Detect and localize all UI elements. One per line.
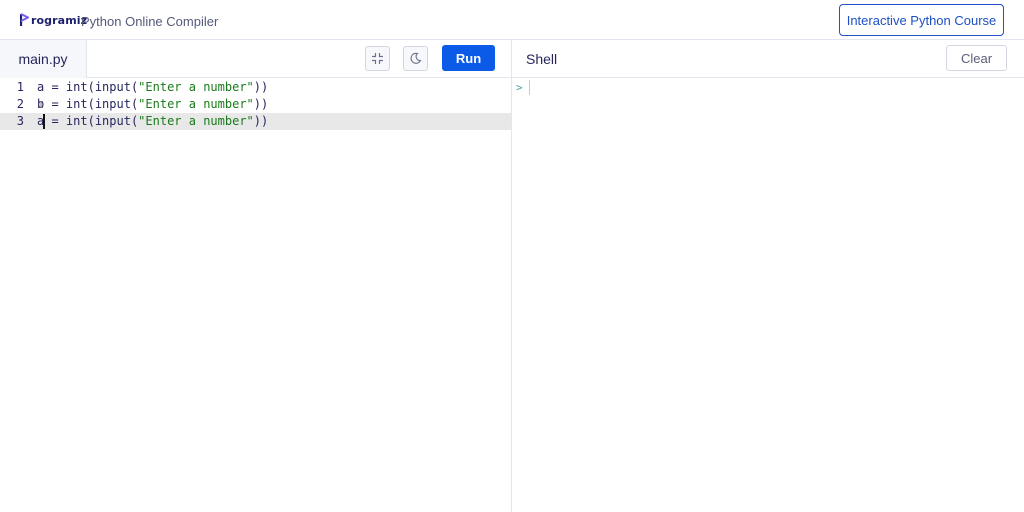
code-token-close: )) xyxy=(253,114,269,128)
logo-mark-icon xyxy=(20,13,30,27)
editor-pane: main.py Run 1 a = int(input("Enter a num… xyxy=(0,40,511,512)
collapse-icon xyxy=(371,52,384,65)
logo-text: rogramiz xyxy=(31,13,88,27)
programiz-logo[interactable]: rogramiz xyxy=(20,12,87,28)
shell-pane: Shell Clear > xyxy=(512,40,1024,512)
theme-toggle-button[interactable] xyxy=(403,46,428,71)
shell-title: Shell xyxy=(526,51,558,67)
code-token-close: )) xyxy=(253,80,269,94)
line-number: 3 xyxy=(16,114,24,128)
code-token-op: = xyxy=(44,114,66,128)
clear-button[interactable]: Clear xyxy=(946,45,1007,71)
shell-output[interactable]: > xyxy=(512,78,1024,512)
code-text: b = int(input("Enter a number")) xyxy=(37,96,268,113)
run-button[interactable]: Run xyxy=(442,45,495,71)
code-token-string: "Enter a number" xyxy=(138,97,254,111)
code-token-close: )) xyxy=(253,97,269,111)
shell-cursor xyxy=(529,80,530,95)
file-tab-main-py[interactable]: main.py xyxy=(0,40,87,78)
line-number: 1 xyxy=(16,80,24,94)
code-line-active[interactable]: 3 a = int(input("Enter a number")) xyxy=(0,113,511,130)
line-number: 2 xyxy=(16,97,24,111)
code-text: a = int(input("Enter a number")) xyxy=(37,113,268,130)
app-title: Python Online Compiler xyxy=(81,14,219,29)
code-token-fn: int(input( xyxy=(65,97,139,111)
shell-prompt: > xyxy=(516,81,523,94)
shell-toolbar: Shell Clear xyxy=(512,40,1024,78)
code-token-string: "Enter a number" xyxy=(138,80,254,94)
code-token-op: = xyxy=(44,80,66,94)
code-token-string: "Enter a number" xyxy=(138,114,254,128)
code-line[interactable]: 2 b = int(input("Enter a number")) I xyxy=(0,96,511,113)
code-token-fn: int(input( xyxy=(65,114,139,128)
top-bar: rogramiz Python Online Compiler Interact… xyxy=(0,0,1024,40)
interactive-course-button[interactable]: Interactive Python Course xyxy=(839,4,1004,36)
code-editor[interactable]: 1 a = int(input("Enter a number")) 2 b =… xyxy=(0,78,511,512)
editor-toolbar: main.py Run xyxy=(0,40,511,78)
code-token-op: = xyxy=(44,97,66,111)
mouse-ibeam-icon: I xyxy=(38,100,45,111)
text-cursor xyxy=(43,114,45,129)
code-text: a = int(input("Enter a number")) xyxy=(37,79,268,96)
moon-icon xyxy=(409,52,422,65)
collapse-button[interactable] xyxy=(365,46,390,71)
code-token-fn: int(input( xyxy=(65,80,139,94)
code-line[interactable]: 1 a = int(input("Enter a number")) xyxy=(0,79,511,96)
